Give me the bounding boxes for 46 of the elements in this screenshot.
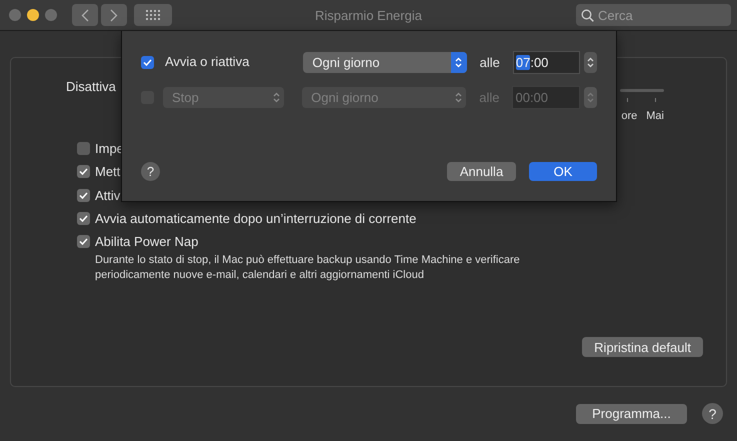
slider-track-drawing: [620, 89, 664, 103]
at-label: alle: [480, 54, 500, 70]
checkbox[interactable]: [77, 142, 90, 156]
slider-label: Mai: [646, 110, 664, 122]
checkmark-icon: [79, 192, 88, 199]
time-stepper[interactable]: [584, 52, 597, 72]
up-down-arrows-icon: [454, 92, 462, 102]
checkmark-icon: [79, 238, 88, 246]
restore-defaults-button[interactable]: Ripristina default: [582, 337, 703, 357]
event-label: Avvia o riattiva: [165, 54, 250, 69]
grid-icon: [146, 10, 160, 20]
option-label: Avvia automaticamente dopo un’interruzione di corrente: [95, 211, 416, 226]
checkbox[interactable]: [77, 188, 90, 202]
option-label: Attiv: [95, 188, 120, 203]
forward-button[interactable]: [101, 4, 127, 26]
checkmark-icon: [79, 168, 88, 176]
checkmark-icon: [79, 215, 88, 222]
slider-label: ore: [621, 110, 638, 122]
chevron-left-icon: [81, 8, 89, 22]
back-button[interactable]: [72, 4, 98, 26]
cancel-button[interactable]: Annulla: [447, 162, 516, 181]
checkbox[interactable]: [141, 56, 154, 68]
option-label: Mett: [95, 164, 120, 180]
option-label: Abilita Power Nap: [95, 234, 198, 250]
help-button[interactable]: ?: [702, 403, 723, 424]
turn-off-label: Disattiva: [66, 79, 116, 94]
help-button[interactable]: ?: [141, 162, 160, 181]
up-down-arrows-icon: [587, 92, 594, 102]
ok-button[interactable]: OK: [529, 162, 597, 181]
schedule-button[interactable]: Programma...: [576, 404, 687, 424]
search-icon: [581, 9, 594, 22]
power-nap-description: Durante lo stato di stop, il Mac può effettuare backup usando Time Machine e verificare periodicamente nuove e-mail, calendari e altri aggiornamenti iCloud: [95, 253, 521, 284]
minimize-button[interactable]: [27, 9, 39, 21]
time-field[interactable]: 07:00: [512, 50, 580, 74]
window-title: Risparmio Energia: [314, 8, 423, 22]
checkbox[interactable]: [77, 212, 90, 226]
up-down-arrows-icon: [455, 56, 462, 68]
show-all-button[interactable]: [134, 4, 172, 26]
checkbox[interactable]: [77, 165, 90, 178]
repeat-popup[interactable]: Ogni giorno: [303, 52, 467, 72]
checkbox[interactable]: [77, 235, 90, 248]
checkmark-icon: [143, 58, 152, 66]
chevron-right-icon: [110, 8, 118, 22]
up-down-arrows-icon: [272, 92, 280, 102]
search-field[interactable]: Cerca: [576, 4, 731, 26]
up-down-arrows-icon: [587, 56, 594, 68]
